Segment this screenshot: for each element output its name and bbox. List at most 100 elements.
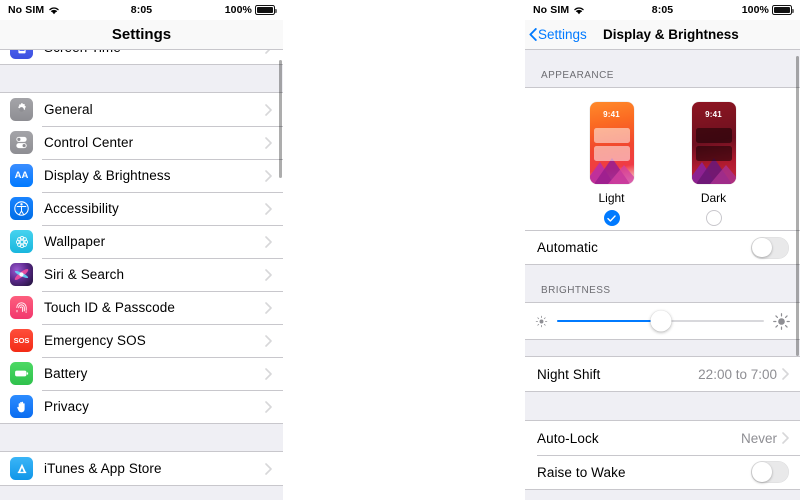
carrier-label: No SIM [8, 4, 45, 16]
battery-percent-label: 100% [224, 4, 252, 16]
flower-icon [10, 230, 33, 253]
chevron-right-icon [265, 334, 272, 347]
chevron-right-icon [265, 268, 272, 281]
brightness-knob[interactable] [650, 310, 671, 332]
sidebar-item-screen-time[interactable]: Screen Time [0, 50, 283, 64]
automatic-row[interactable]: Automatic [525, 230, 800, 264]
battery-percent-label: 100% [741, 4, 769, 16]
sidebar-item-label: Display & Brightness [44, 168, 171, 183]
appearance-label-dark: Dark [700, 191, 727, 205]
accessibility-icon [10, 197, 33, 220]
sidebar-item-control-center[interactable]: Control Center [0, 126, 283, 159]
sidebar-item-label: Privacy [44, 399, 89, 414]
raise-to-wake-label: Raise to Wake [537, 464, 626, 480]
settings-group-main: General Control Center AA Display & Brig… [0, 92, 283, 424]
radio-dark-unselected[interactable] [705, 210, 722, 226]
night-shift-row[interactable]: Night Shift 22:00 to 7:00 [525, 357, 800, 391]
sidebar-item-touch-id-passcode[interactable]: Touch ID & Passcode [0, 291, 283, 324]
sidebar-item-label: Wallpaper [44, 234, 106, 249]
sidebar-item-itunes-app-store[interactable]: iTunes & App Store [0, 452, 283, 485]
siri-orb-icon [10, 263, 33, 286]
status-bar-right: No SIM 8:05 100% [525, 0, 800, 20]
brightness-group [525, 302, 800, 340]
scrollbar-left[interactable] [279, 60, 282, 178]
chevron-right-icon [265, 462, 272, 475]
appearance-option-light[interactable]: 9:41 Light [589, 102, 634, 226]
brightness-section-header: BRIGHTNESS [525, 265, 800, 302]
raise-to-wake-toggle[interactable] [751, 461, 789, 483]
sidebar-item-general[interactable]: General [0, 93, 283, 126]
sidebar-item-emergency-sos[interactable]: SOS Emergency SOS [0, 324, 283, 357]
chevron-right-icon [265, 103, 272, 116]
radio-light-selected[interactable] [603, 210, 620, 226]
appearance-label-light: Light [598, 191, 625, 205]
sidebar-item-display-brightness[interactable]: AA Display & Brightness [0, 159, 283, 192]
light-mode-preview: 9:41 [589, 102, 634, 184]
app-store-icon [10, 457, 33, 480]
hand-icon [10, 395, 33, 418]
brightness-slider-row[interactable] [525, 303, 800, 339]
sidebar-item-label: Emergency SOS [44, 333, 146, 348]
detail-nav-bar: Settings Display & Brightness [525, 20, 800, 50]
appearance-option-dark[interactable]: 9:41 Dark [691, 102, 736, 226]
battery-full-icon [772, 5, 794, 15]
sliders-icon [10, 131, 33, 154]
automatic-label: Automatic [537, 240, 598, 255]
raise-to-wake-row[interactable]: Raise to Wake [525, 455, 800, 489]
chevron-right-icon [265, 202, 272, 215]
auto-lock-row[interactable]: Auto-Lock Never [525, 421, 800, 455]
clipped-group: Screen Time [0, 50, 283, 65]
aa-text-icon: AA [10, 164, 33, 187]
chevron-right-icon [265, 301, 272, 314]
settings-scroll-area[interactable]: Screen Time General [0, 50, 283, 500]
chevron-right-icon [265, 367, 272, 380]
fingerprint-icon [10, 296, 33, 319]
lock-group: Auto-Lock Never Raise to Wake [525, 420, 800, 490]
preview-card [593, 146, 630, 161]
automatic-toggle[interactable] [751, 236, 789, 259]
status-bar-right-group: 100% [741, 4, 794, 16]
chevron-right-icon [265, 400, 272, 413]
sidebar-item-label: Accessibility [44, 201, 119, 216]
status-bar-left-group: No SIM [8, 4, 60, 16]
night-shift-label: Night Shift [537, 366, 601, 382]
chevron-right-icon [265, 169, 272, 182]
sidebar-item-label: Control Center [44, 135, 134, 150]
settings-group-stores: iTunes & App Store [0, 451, 283, 486]
display-brightness-screen: No SIM 8:05 100% Settings Display & Brig… [525, 0, 800, 500]
section-gap [525, 392, 800, 420]
sidebar-item-battery[interactable]: Battery [0, 357, 283, 390]
battery-full-icon [255, 5, 277, 15]
back-button-label: Settings [538, 27, 587, 42]
brightness-fill [557, 319, 661, 323]
appearance-options: 9:41 Light 9:41 Dark [525, 88, 800, 230]
sun-small-icon [535, 315, 548, 327]
preview-card [695, 128, 732, 143]
sidebar-item-siri-search[interactable]: Siri & Search [0, 258, 283, 291]
chevron-right-icon [782, 432, 789, 444]
sidebar-item-accessibility[interactable]: Accessibility [0, 192, 283, 225]
sidebar-item-label: Screen Time [44, 50, 121, 55]
gear-icon [10, 98, 33, 121]
status-bar-left: No SIM 8:05 100% [0, 0, 283, 20]
sidebar-item-label: General [44, 102, 93, 117]
page-title: Display & Brightness [603, 27, 739, 42]
detail-scroll-area[interactable]: APPEARANCE 9:41 Light 9:41 Dark Automati… [525, 50, 800, 500]
preview-card [593, 128, 630, 143]
night-shift-group: Night Shift 22:00 to 7:00 [525, 356, 800, 392]
chevron-right-icon [265, 50, 270, 54]
brightness-track[interactable] [557, 310, 764, 332]
preview-card [695, 146, 732, 161]
screen-time-icon [10, 50, 33, 59]
preview-clock-light: 9:41 [603, 110, 620, 119]
sidebar-item-wallpaper[interactable]: Wallpaper [0, 225, 283, 258]
back-button[interactable]: Settings [525, 27, 587, 42]
scrollbar-right[interactable] [796, 56, 799, 356]
sidebar-item-privacy[interactable]: Privacy [0, 390, 283, 423]
settings-nav-bar: Settings [0, 20, 283, 50]
chevron-right-icon [782, 368, 789, 380]
sos-icon: SOS [10, 329, 33, 352]
settings-list-screen: No SIM 8:05 100% Settings General Contro… [0, 0, 283, 500]
status-bar-right-group: 100% [224, 4, 277, 16]
chevron-right-icon [265, 136, 272, 149]
